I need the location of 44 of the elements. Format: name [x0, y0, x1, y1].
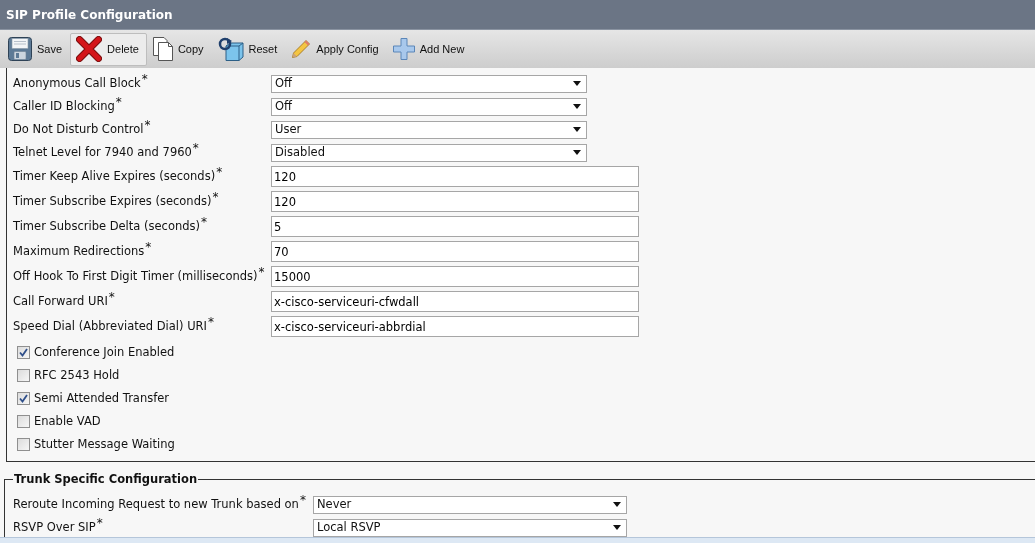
cross-icon [76, 36, 103, 62]
dropdown[interactable]: Local RSVP [313, 518, 627, 537]
text-field[interactable]: x-cisco-serviceuri-abbrdial [271, 316, 639, 337]
checkbox[interactable] [17, 392, 30, 405]
dropdown[interactable]: User [271, 120, 587, 139]
caret-icon [573, 104, 581, 109]
delete-button[interactable]: Delete [70, 32, 147, 66]
checkbox[interactable] [17, 369, 30, 382]
pencil-icon [291, 39, 312, 59]
add-new-button[interactable]: Add New [386, 32, 473, 66]
checkbox[interactable] [17, 438, 30, 451]
section-title: Trunk Specific Configuration [13, 471, 199, 488]
caret-icon [573, 150, 581, 155]
checkbox-label: Conference Join Enabled [34, 343, 175, 361]
text-field[interactable]: x-cisco-serviceuri-cfwdall [271, 291, 639, 312]
checkbox[interactable] [17, 415, 30, 428]
checkbox-label: Semi Attended Transfer [34, 389, 170, 407]
caret-icon [573, 81, 581, 86]
dropdown[interactable]: Never [313, 495, 627, 514]
text-field[interactable]: 70 [271, 241, 639, 262]
checkbox-label: Stutter Message Waiting [34, 435, 175, 453]
plus-icon [392, 38, 415, 60]
caret-icon [613, 525, 621, 531]
dropdown[interactable]: Off [271, 74, 587, 93]
text-field[interactable]: 5 [271, 216, 639, 237]
checkbox-label: Enable VAD [34, 412, 101, 430]
checkmark-icon [19, 348, 28, 357]
checkbox[interactable] [17, 346, 30, 359]
save-button[interactable]: Save [2, 32, 71, 66]
copy-button[interactable]: Copy [146, 32, 212, 66]
text-field[interactable]: 120 [271, 191, 639, 212]
checkmark-icon [19, 394, 28, 403]
dropdown[interactable]: Disabled [271, 143, 587, 162]
apply-config-button[interactable]: Apply Config [285, 32, 387, 66]
checkbox-label: RFC 2543 Hold [34, 366, 120, 384]
text-field[interactable]: 120 [271, 166, 639, 187]
text-field[interactable]: 15000 [271, 266, 639, 287]
page-title: SIP Profile Configuration [6, 6, 173, 24]
cube-arrow-icon [217, 37, 244, 61]
caret-icon [573, 127, 581, 132]
reset-button[interactable]: Reset [211, 32, 286, 66]
dropdown[interactable]: Off [271, 97, 587, 116]
copy-pages-icon [152, 37, 173, 61]
caret-icon [613, 502, 621, 508]
